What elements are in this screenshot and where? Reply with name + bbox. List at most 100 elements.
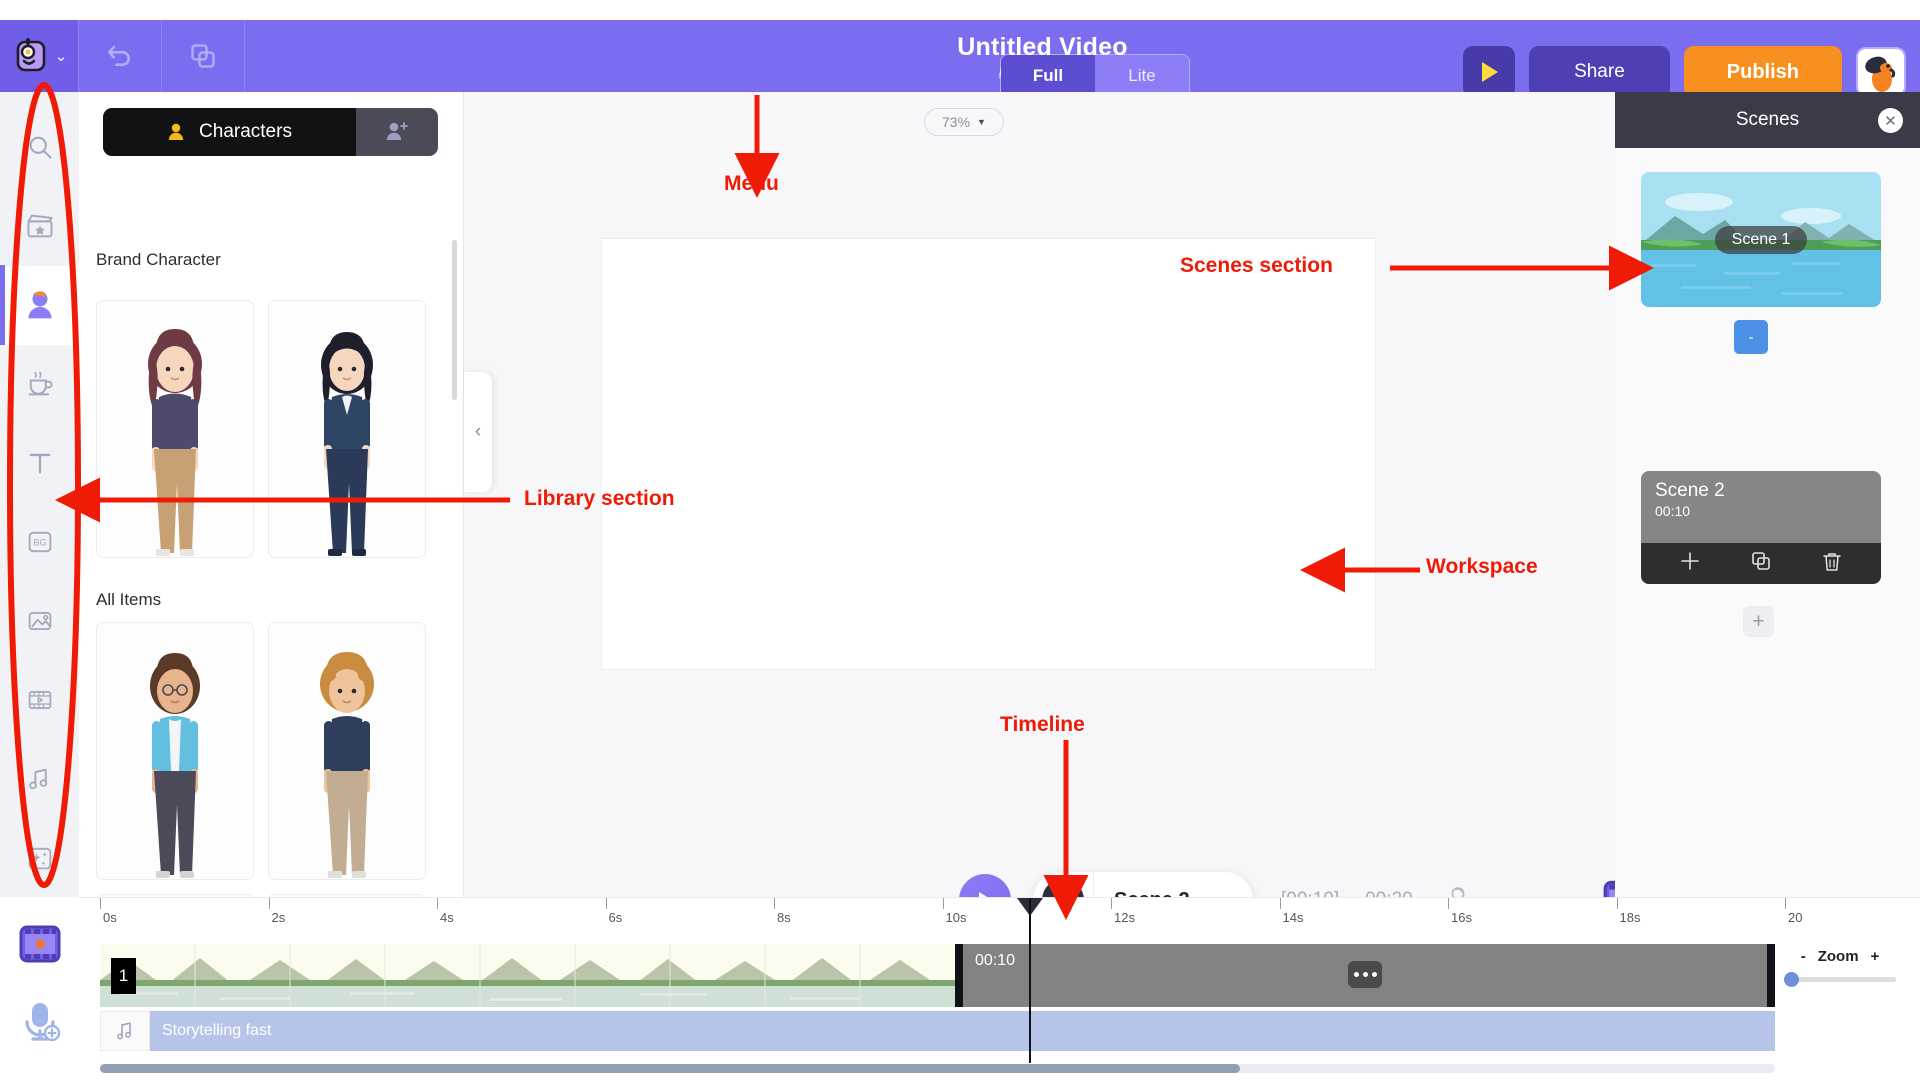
svg-text:BG: BG — [33, 537, 46, 547]
ruler-tick: 20 — [1785, 898, 1802, 925]
annotation-timeline: Timeline — [1000, 713, 1085, 736]
audio-track-icon-button[interactable] — [100, 1011, 150, 1051]
canvas-stage[interactable] — [601, 238, 1376, 670]
delete-scene-button[interactable] — [1821, 550, 1843, 578]
user-avatar-icon — [1858, 49, 1904, 95]
scene-thumbnail-1[interactable]: Scene 1 — [1641, 172, 1881, 307]
ruler-tick-line — [1785, 898, 1786, 909]
sidebar-item-images[interactable] — [0, 581, 79, 660]
add-scene-button[interactable] — [1679, 550, 1701, 577]
zoom-out-button[interactable]: - — [1801, 948, 1806, 965]
ruler-tick-line — [1448, 898, 1449, 909]
library-scrollbar[interactable] — [452, 240, 457, 400]
preview-play-button[interactable] — [1463, 46, 1516, 98]
zoom-in-button[interactable]: + — [1871, 948, 1880, 965]
scene-2-actions — [1641, 543, 1881, 584]
scene-2-info: Scene 2 00:10 — [1641, 471, 1881, 543]
ruler-tick-label: 4s — [440, 910, 454, 925]
character-thumbnail — [148, 329, 202, 556]
ellipsis-icon — [1362, 972, 1368, 977]
person-add-icon — [386, 122, 408, 140]
ruler-tick-label: 18s — [1619, 910, 1641, 925]
sidebar-item-background[interactable]: BG — [0, 503, 79, 582]
character-card[interactable] — [96, 300, 254, 558]
video-clip-button[interactable] — [17, 921, 63, 972]
ruler-tick: 2s — [268, 898, 285, 925]
zoom-slider[interactable] — [1784, 972, 1896, 987]
ruler-tick-line — [774, 898, 775, 909]
undo-button[interactable] — [79, 20, 161, 92]
annotation-library-section: Library section — [524, 487, 675, 510]
audio-clip[interactable]: Storytelling fast — [150, 1011, 1775, 1051]
timeline-hscrollbar[interactable] — [100, 1064, 1240, 1073]
character-card[interactable] — [268, 622, 426, 880]
character-card[interactable] — [268, 300, 426, 558]
ruler-tick-line — [1616, 898, 1618, 909]
clapperboard-star-icon — [26, 214, 53, 238]
ruler-tick-line — [268, 898, 270, 909]
scene-1-badge: Scene 1 — [1714, 225, 1808, 254]
clip-options-button[interactable] — [1348, 961, 1382, 988]
ruler-tick-label: 20 — [1788, 910, 1803, 925]
tab-lite[interactable]: Lite — [1095, 55, 1189, 97]
plus-icon: + — [1752, 609, 1765, 633]
timeline-panel: 0s 2s 4s 6s 8s 10s 12s 14s 16s 18s 20 1 — [79, 897, 1920, 1080]
tab-full[interactable]: Full — [1001, 55, 1095, 97]
scenes-title: Scenes — [1735, 109, 1800, 130]
zoom-slider-knob[interactable] — [1784, 972, 1799, 987]
coffee-cup-icon — [28, 371, 52, 396]
bg-background-icon: BG — [28, 531, 51, 553]
sidebar-item-video[interactable] — [0, 660, 79, 739]
collapse-library-button[interactable]: ‹ — [464, 372, 492, 492]
ruler-tick-label: 8s — [777, 910, 791, 925]
scene-card-2[interactable]: Scene 2 00:10 — [1641, 471, 1881, 584]
music-note-icon — [117, 1022, 131, 1040]
character-thumbnail — [321, 332, 373, 556]
close-scenes-button[interactable]: ✕ — [1878, 108, 1903, 133]
publish-button[interactable]: Publish — [1683, 46, 1842, 98]
character-card[interactable] — [96, 622, 254, 880]
brand-home-button[interactable]: ⌄ — [0, 20, 78, 92]
add-scene-bottom-button[interactable]: + — [1743, 606, 1774, 637]
sidebar-item-props[interactable] — [0, 345, 79, 424]
ruler-tick: 14s — [1279, 898, 1303, 925]
add-voiceover-button[interactable] — [17, 998, 63, 1049]
clip-thumbnail-strip — [100, 944, 955, 1007]
avatar[interactable] — [1856, 47, 1906, 97]
library-panel: Characters Brand Character All Items — [79, 92, 464, 1004]
tab-add-character[interactable] — [356, 108, 438, 156]
ruler-tick-label: 6s — [608, 910, 623, 925]
duplicate-icon — [1752, 552, 1770, 570]
sidebar-item-characters[interactable] — [0, 265, 79, 345]
sidebar-item-music[interactable] — [0, 739, 79, 818]
annotation-workspace: Workspace — [1426, 555, 1538, 578]
video-clip-1[interactable]: 1 — [100, 944, 955, 1007]
ruler-tick-label: 12s — [1114, 910, 1135, 925]
video-clip-2-selected[interactable]: 00:10 — [955, 944, 1775, 1007]
timeline-ruler[interactable]: 0s 2s 4s 6s 8s 10s 12s 14s 16s 18s 20 — [79, 898, 1819, 934]
left-tool-rail: BG — [0, 92, 79, 897]
scene-2-duration: 00:10 — [1655, 502, 1691, 519]
share-button[interactable]: Share — [1529, 46, 1670, 98]
video-track[interactable]: 1 00:10 — [100, 944, 1775, 1007]
clip-number-badge: 1 — [111, 958, 136, 994]
sidebar-item-search[interactable] — [0, 108, 79, 187]
chevron-down-icon: ⌄ — [54, 48, 68, 65]
duplicate-button[interactable] — [162, 20, 244, 92]
zoom-level-select[interactable]: 73% ▼ — [924, 108, 1004, 136]
audio-track[interactable]: Storytelling fast — [100, 1011, 1775, 1051]
microphone-add-icon — [24, 1003, 60, 1042]
duplicate-scene-button[interactable] — [1750, 550, 1772, 577]
ruler-tick: 12s — [1111, 898, 1135, 925]
tab-characters[interactable]: Characters — [103, 108, 356, 156]
sidebar-item-templates[interactable] — [0, 187, 79, 266]
zoom-label: Zoom — [1817, 948, 1859, 965]
ruler-tick-line — [1111, 898, 1112, 909]
scene-2-name: Scene 2 — [1655, 480, 1725, 501]
library-tabs: Characters — [103, 108, 438, 156]
copy-icon — [191, 44, 215, 68]
sidebar-item-text[interactable] — [0, 424, 79, 503]
sidebar-item-effects[interactable] — [0, 818, 79, 897]
collapse-scene-button[interactable]: - — [1734, 320, 1768, 354]
tab-characters-label: Characters — [199, 121, 292, 142]
